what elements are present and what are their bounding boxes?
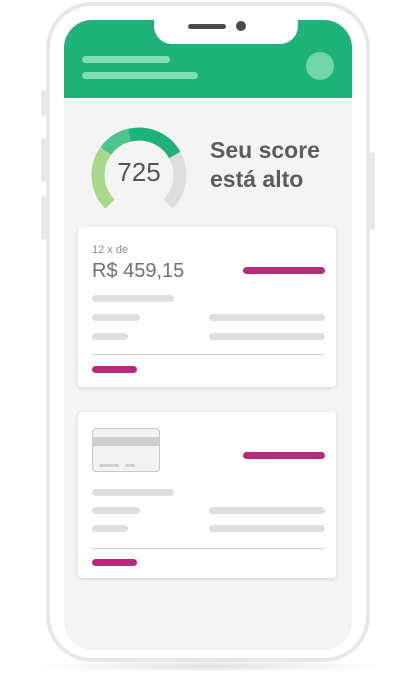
avatar-icon[interactable]	[306, 52, 334, 80]
phone-screen: 725 Seu score está alto 12 x de R$ 459,1…	[64, 20, 352, 650]
installment-amount: R$ 459,15	[92, 260, 185, 282]
text-placeholder	[209, 525, 325, 532]
card-divider	[92, 548, 324, 549]
offer-action-button[interactable]	[243, 267, 325, 274]
credit-card-offer[interactable]	[78, 412, 336, 578]
phone-notch	[154, 20, 298, 44]
header-title-placeholder	[82, 56, 170, 63]
credit-card-icon	[92, 428, 160, 472]
text-placeholder	[92, 525, 128, 532]
text-placeholder	[92, 314, 140, 321]
score-gauge-icon: 725	[90, 125, 188, 217]
speaker-grille	[188, 24, 226, 29]
text-placeholder	[92, 489, 174, 496]
offer-card[interactable]: 12 x de R$ 459,15	[78, 227, 336, 387]
gauge-segment-high	[127, 127, 181, 159]
header-subtitle-placeholder	[82, 72, 198, 79]
offer-link[interactable]	[92, 366, 137, 373]
text-placeholder	[209, 333, 325, 340]
text-placeholder	[92, 507, 140, 514]
power-button	[370, 152, 375, 230]
gauge-segment-mid	[100, 128, 132, 156]
text-placeholder	[209, 314, 325, 321]
front-camera	[236, 21, 246, 31]
score-value: 725	[117, 157, 161, 187]
installments-label: 12 x de	[92, 244, 129, 256]
card-divider	[92, 354, 324, 355]
text-placeholder	[209, 507, 325, 514]
card-link[interactable]	[92, 559, 137, 566]
score-headline: Seu score está alto	[210, 137, 320, 192]
text-placeholder	[92, 333, 128, 340]
text-placeholder	[92, 295, 174, 302]
app-header	[64, 20, 352, 98]
card-action-button[interactable]	[243, 452, 325, 459]
